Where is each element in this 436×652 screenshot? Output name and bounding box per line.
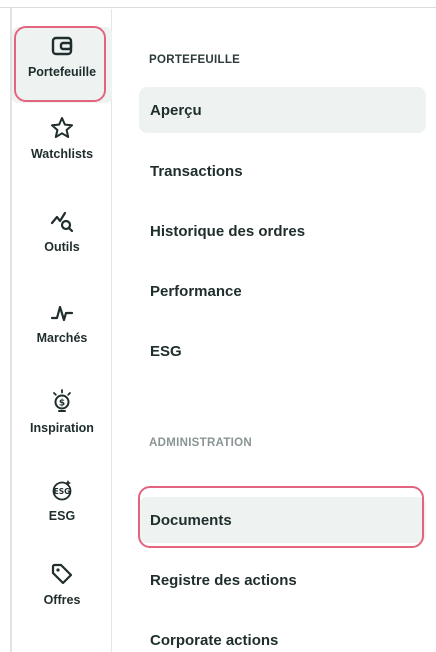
menu-item-documents[interactable]: Documents [139, 497, 426, 543]
star-icon [51, 117, 73, 138]
rail-item-marches[interactable]: Marchés [12, 299, 112, 369]
window-left-edge [0, 8, 6, 652]
wallet-icon [51, 36, 73, 56]
rail-item-label: Portefeuille [27, 65, 97, 79]
esg-icon: ESG [52, 480, 72, 501]
menu-item-historique-des-ordres[interactable]: Historique des ordres [139, 208, 426, 254]
menu-item-performance[interactable]: Performance [139, 268, 426, 314]
svg-text:ESG: ESG [54, 487, 71, 496]
rail-item-label: Outils [44, 240, 80, 254]
rail-item-label: Inspiration [30, 421, 94, 435]
rail-item-outils[interactable]: Outils [12, 208, 112, 278]
section-title-portefeuille: PORTEFEUILLE [149, 54, 241, 66]
tag-icon [51, 563, 73, 585]
lightbulb-dollar-icon: $ [53, 389, 71, 412]
menu-item-corporate-actions[interactable]: Corporate actions [139, 617, 426, 652]
rail-item-label: Marchés [36, 331, 88, 345]
rail-item-label: Offres [43, 593, 81, 607]
menu-item-esg[interactable]: ESG [139, 328, 426, 374]
rail-item-portefeuille[interactable]: Portefeuille [12, 27, 112, 103]
rail-item-inspiration[interactable]: $ Inspiration [12, 389, 112, 459]
menu-item-registre-des-actions[interactable]: Registre des actions [139, 557, 426, 603]
portfolio-menu: PORTEFEUILLE Aperçu Transactions Histori… [113, 9, 436, 652]
menu-item-apercu[interactable]: Aperçu [139, 87, 426, 133]
window-top-bar [0, 0, 436, 8]
icon-rail: Portefeuille Watchlists Outils Marchés $ [12, 9, 112, 652]
menu-item-transactions[interactable]: Transactions [139, 148, 426, 194]
rail-item-offres[interactable]: Offres [12, 561, 112, 631]
rail-item-label: Watchlists [30, 147, 94, 161]
rail-item-esg[interactable]: ESG ESG [12, 477, 112, 547]
rail-item-label: ESG [48, 509, 76, 523]
rail-item-watchlists[interactable]: Watchlists [12, 115, 112, 185]
svg-text:$: $ [59, 399, 65, 409]
section-title-administration: ADMINISTRATION [149, 437, 253, 449]
chart-search-icon [50, 211, 74, 233]
market-pulse-icon [50, 305, 74, 322]
